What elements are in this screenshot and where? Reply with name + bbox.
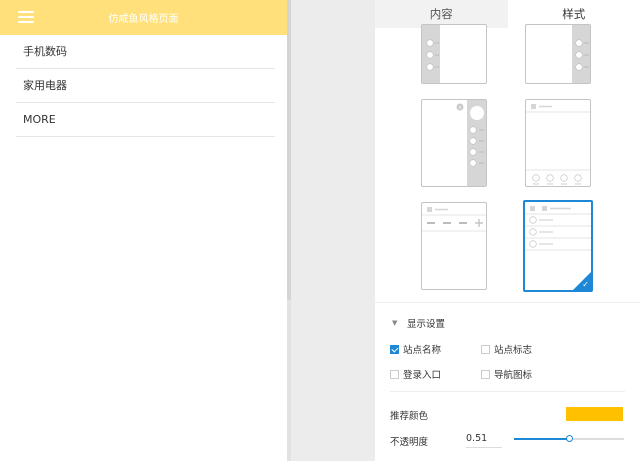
opacity-input[interactable]: 0.51: [466, 430, 502, 448]
settings-panel: 内容 样式 × ✓ ▼ 显示设置 站点名称 站点标志 登录入口 导航图标 推荐颜…: [375, 0, 640, 461]
checkbox-site-logo[interactable]: [481, 345, 490, 354]
style-option-4[interactable]: [525, 99, 591, 187]
option-label: 站点名称: [403, 345, 442, 356]
preview-menu-item[interactable]: MORE: [16, 103, 275, 137]
style-option-2[interactable]: [525, 24, 591, 84]
option-site-name[interactable]: 站点名称: [390, 342, 441, 356]
phone-preview: 仿咸鱼风格页面 手机数码 家用电器 MORE: [0, 0, 287, 461]
option-label: 导航图标: [494, 370, 533, 381]
style-thumbnails: × ✓: [375, 24, 640, 296]
display-settings-header[interactable]: ▼ 显示设置: [375, 302, 640, 332]
panel-tabs: 内容 样式: [375, 0, 640, 28]
opacity-slider-fill: [514, 438, 571, 440]
preview-menu-item[interactable]: 家用电器: [16, 69, 275, 103]
style-option-6-selected[interactable]: ✓: [523, 200, 593, 292]
style-preview-image: [422, 207, 486, 232]
style-option-1[interactable]: [421, 24, 487, 84]
style-preview-image: ×: [456, 100, 486, 186]
recommend-color-swatch[interactable]: [566, 407, 623, 421]
svg-text:×: ×: [458, 105, 462, 111]
preview-menu-item[interactable]: 手机数码: [16, 35, 275, 69]
preview-title: 仿咸鱼风格页面: [108, 14, 179, 25]
option-site-logo[interactable]: 站点标志: [481, 342, 532, 356]
opacity-slider[interactable]: [514, 435, 624, 442]
opacity-label: 不透明度: [390, 437, 429, 448]
style-preview-image: [526, 104, 590, 185]
style-option-5[interactable]: [421, 202, 487, 290]
option-nav-icon[interactable]: 导航图标: [481, 367, 532, 381]
style-preview-image: [572, 25, 590, 83]
checkbox-site-name[interactable]: [390, 345, 399, 354]
option-login-entry[interactable]: 登录入口: [390, 367, 441, 381]
checkbox-nav-icon[interactable]: [481, 370, 490, 379]
option-label: 登录入口: [403, 370, 442, 381]
style-preview-image: [422, 25, 440, 83]
opacity-slider-handle[interactable]: [566, 435, 574, 442]
recommend-color-label: 推荐颜色: [390, 411, 429, 422]
checkbox-login-entry[interactable]: [390, 370, 399, 379]
preview-header: 仿咸鱼风格页面: [0, 0, 287, 35]
display-settings-label: 显示设置: [407, 319, 446, 330]
preview-menu-list: 手机数码 家用电器 MORE: [0, 35, 287, 137]
triangle-down-icon: ▼: [392, 319, 398, 327]
divider: [390, 391, 625, 392]
screen: 仿咸鱼风格页面 手机数码 家用电器 MORE 内容 样式 × ✓ ▼ 显示设置 …: [0, 0, 640, 461]
preview-scroll-thumb[interactable]: [287, 0, 291, 300]
option-label: 站点标志: [494, 345, 533, 356]
check-icon: ✓: [582, 280, 589, 289]
style-option-3[interactable]: ×: [421, 99, 487, 187]
